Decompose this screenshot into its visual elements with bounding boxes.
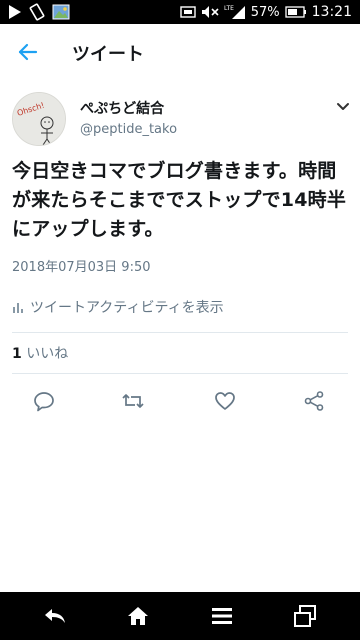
status-indicators: LTE 57% 13:21 [180,0,352,24]
page-title: ツイート [72,44,144,65]
bar-chart-icon [13,303,23,313]
nav-back-button[interactable] [25,592,85,640]
like-icon [215,392,235,410]
home-icon [128,607,148,625]
play-icon [8,4,22,20]
likes-label: いいね [26,346,69,362]
tweet-actions [0,388,360,414]
back-icon [45,609,65,623]
likes-count: 1 [12,346,22,362]
back-button[interactable] [14,38,42,66]
menu-icon [212,608,232,624]
reply-icon [34,392,54,412]
gallery-icon [52,4,70,20]
nav-menu-button[interactable] [192,592,252,640]
retweet-icon [122,394,144,408]
share-button[interactable] [301,388,327,414]
like-button[interactable] [212,388,238,414]
share-icon [304,391,324,411]
likes-summary[interactable]: 1 いいね [12,343,68,363]
tweet-text: 今日空きコマでブログ書きます。時間が来たらそこまででストップで14時半にアップし… [12,160,347,240]
status-bar: LTE 57% 13:21 [0,0,360,24]
battery-icon [284,6,307,18]
tweet-timestamp: 2018年07月03日 9:50 [12,260,151,275]
author-name[interactable]: ぺぷちど結合 [80,98,164,118]
avatar[interactable]: Ohsch! [12,92,66,146]
rotate-icon [28,3,46,21]
chevron-down-icon [337,103,349,110]
reply-button[interactable] [31,388,57,414]
divider [12,332,348,333]
data-saver-icon [180,6,196,18]
author-handle[interactable]: @peptide_tako [80,122,177,137]
arrow-left-icon [18,43,38,61]
tweet-activity-link[interactable]: ツイートアクティビティを表示 [12,297,224,317]
more-options-button[interactable] [334,98,352,116]
mute-icon [201,5,219,19]
app-header: ツイート [0,24,360,80]
system-nav-bar [0,592,360,640]
nav-recent-apps-button[interactable] [275,592,335,640]
battery-percent: 57% [250,4,280,20]
activity-label: ツイートアクティビティを表示 [30,300,224,316]
network-label: LTE [224,5,234,12]
divider [12,373,348,374]
status-notifications [8,3,70,21]
nav-home-button[interactable] [108,592,168,640]
retweet-button[interactable] [120,388,146,414]
tweet-author: Ohsch! ぺぷちど結合 @peptide_tako [12,92,352,152]
recent-apps-icon [294,605,316,627]
status-time: 13:21 [311,4,352,20]
signal-icon: LTE [224,4,246,20]
